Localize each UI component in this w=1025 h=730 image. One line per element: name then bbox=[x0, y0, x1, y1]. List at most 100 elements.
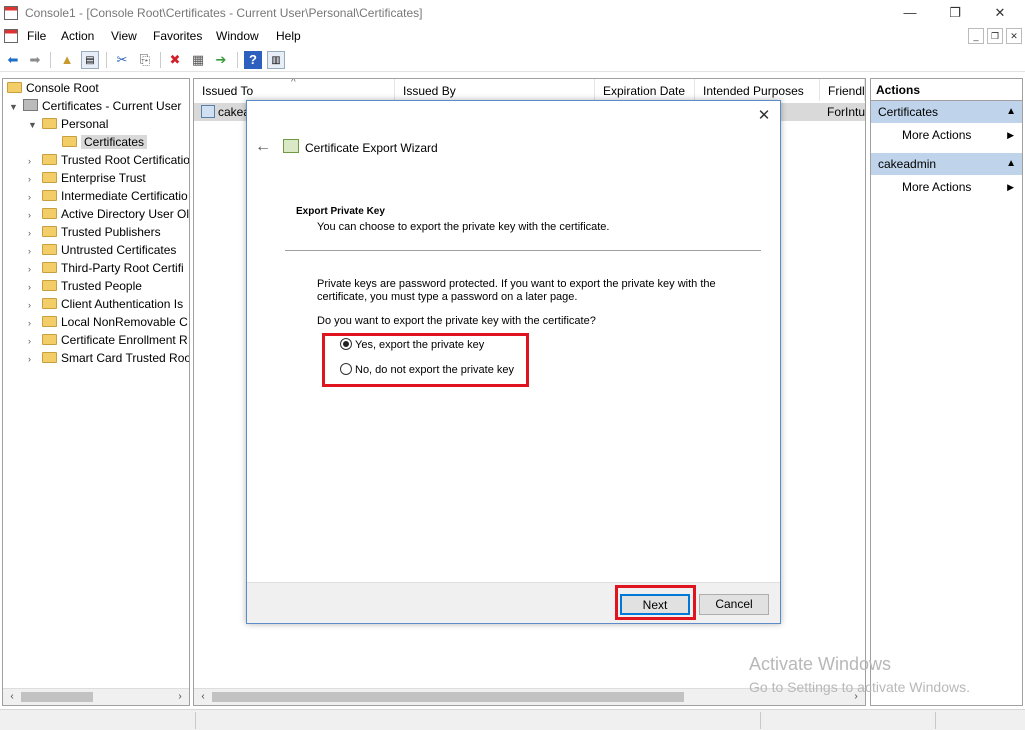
chevron-right-icon[interactable]: › bbox=[28, 278, 38, 296]
scroll-right-arrow-icon[interactable]: › bbox=[173, 690, 187, 704]
console-document-icon[interactable] bbox=[4, 29, 18, 43]
status-divider bbox=[935, 712, 936, 729]
certificate-store-icon bbox=[23, 99, 38, 111]
status-bar bbox=[0, 709, 1025, 730]
folder-icon bbox=[42, 208, 57, 219]
folder-icon bbox=[42, 334, 57, 345]
toolbar: ⬅ ➡ ▲ ▤ ✂ ⎘ ✖ ▦ ➔ ? ▥ bbox=[0, 48, 1025, 72]
tree-item-store[interactable]: › Smart Card Trusted Roo bbox=[28, 349, 189, 368]
action-section-certificates[interactable]: Certificates ▲ bbox=[871, 101, 1022, 123]
tree-item-store[interactable]: › Untrusted Certificates bbox=[28, 241, 176, 259]
action-section-cakeadmin[interactable]: cakeadmin ▲ bbox=[871, 153, 1022, 175]
cut-icon[interactable]: ✂ bbox=[113, 51, 131, 69]
submenu-arrow-icon: ▶ bbox=[1007, 182, 1014, 192]
folder-icon bbox=[42, 298, 57, 309]
more-actions-item[interactable]: More Actions ▶ bbox=[871, 175, 1022, 199]
folder-icon bbox=[42, 244, 57, 255]
cancel-button[interactable]: Cancel bbox=[699, 594, 769, 615]
tree-item-store[interactable]: › Trusted Publishers bbox=[28, 223, 161, 241]
folder-icon bbox=[42, 172, 57, 183]
chevron-right-icon[interactable]: › bbox=[28, 242, 38, 260]
tree-item-personal[interactable]: ▼ Personal bbox=[28, 115, 108, 133]
restore-button[interactable]: ❐ bbox=[932, 0, 978, 26]
scroll-left-arrow-icon[interactable]: ‹ bbox=[5, 690, 19, 704]
menu-view[interactable]: View bbox=[111, 29, 137, 43]
action-section-title: cakeadmin bbox=[878, 157, 937, 171]
folder-icon bbox=[42, 352, 57, 363]
show-hide-action-pane-icon[interactable]: ▥ bbox=[267, 51, 285, 69]
mdi-close-button[interactable]: ✕ bbox=[1006, 28, 1022, 44]
chevron-right-icon[interactable]: › bbox=[28, 188, 38, 206]
chevron-right-icon[interactable]: › bbox=[28, 224, 38, 242]
tree-item-store[interactable]: › Intermediate Certificatio bbox=[28, 187, 188, 205]
tree-item-certificates[interactable]: Certificates bbox=[62, 133, 148, 151]
menu-action[interactable]: Action bbox=[61, 29, 94, 43]
tree-horizontal-scrollbar[interactable]: ‹ › bbox=[3, 688, 189, 705]
folder-icon bbox=[42, 226, 57, 237]
chevron-down-icon[interactable]: ▼ bbox=[28, 116, 38, 134]
activation-watermark-subtitle: Go to Settings to activate Windows. bbox=[749, 679, 970, 695]
collapse-up-icon[interactable]: ▲ bbox=[1006, 101, 1016, 123]
tree-item-console-root[interactable]: Console Root bbox=[7, 79, 99, 97]
cell-friendly-name: ForIntu bbox=[827, 105, 866, 119]
chevron-right-icon[interactable]: › bbox=[28, 260, 38, 278]
column-header-friendly-name[interactable]: Friendl bbox=[820, 79, 865, 101]
copy-icon[interactable]: ⎘ bbox=[136, 51, 154, 69]
tree-item-store[interactable]: › Trusted People bbox=[28, 277, 142, 295]
scroll-left-arrow-icon[interactable]: ‹ bbox=[196, 690, 210, 704]
show-hide-tree-icon[interactable]: ▤ bbox=[81, 51, 99, 69]
column-header-expiration-date[interactable]: Expiration Date bbox=[595, 79, 695, 101]
certificate-icon bbox=[201, 105, 215, 118]
tree-item-store[interactable]: › Active Directory User Ol bbox=[28, 205, 189, 223]
scrollbar-thumb[interactable] bbox=[212, 692, 684, 702]
collapse-up-icon[interactable]: ▲ bbox=[1006, 153, 1016, 175]
chevron-right-icon[interactable]: › bbox=[28, 314, 38, 332]
dialog-footer: Next Cancel bbox=[247, 582, 780, 623]
mmc-app-icon[interactable] bbox=[4, 6, 18, 20]
chevron-right-icon[interactable]: › bbox=[28, 170, 38, 188]
chevron-right-icon[interactable]: › bbox=[28, 296, 38, 314]
activation-watermark-title: Activate Windows bbox=[749, 654, 892, 674]
chevron-right-icon[interactable]: › bbox=[28, 206, 38, 224]
back-arrow-button[interactable]: ← bbox=[255, 138, 271, 156]
tree-item-store[interactable]: › Enterprise Trust bbox=[28, 169, 146, 187]
help-icon[interactable]: ? bbox=[244, 51, 262, 69]
back-arrow-icon[interactable]: ⬅ bbox=[4, 51, 22, 69]
tree-item-store[interactable]: › Trusted Root Certificatio bbox=[28, 151, 189, 170]
mdi-minimize-button[interactable]: _ bbox=[968, 28, 984, 44]
tree-item-certificates-current-user[interactable]: ▼ Certificates - Current User bbox=[9, 97, 181, 115]
menu-file[interactable]: File bbox=[27, 29, 46, 43]
scrollbar-thumb[interactable] bbox=[21, 692, 93, 702]
dialog-close-button[interactable]: ✕ bbox=[756, 108, 772, 124]
chevron-down-icon[interactable]: ▼ bbox=[9, 98, 19, 116]
export-list-icon[interactable]: ➔ bbox=[212, 51, 230, 69]
tree-item-store[interactable]: › Third-Party Root Certifi bbox=[28, 259, 184, 277]
properties-icon[interactable]: ▦ bbox=[189, 51, 207, 69]
menu-favorites[interactable]: Favorites bbox=[153, 29, 202, 43]
column-header-intended-purposes[interactable]: Intended Purposes bbox=[695, 79, 820, 101]
chevron-right-icon[interactable]: › bbox=[28, 152, 38, 170]
export-question: Do you want to export the private key wi… bbox=[317, 315, 596, 327]
more-actions-item[interactable]: More Actions ▶ bbox=[871, 123, 1022, 147]
column-header-issued-by[interactable]: Issued By bbox=[395, 79, 595, 101]
folder-icon bbox=[62, 136, 77, 147]
tree-item-store[interactable]: › Client Authentication Is bbox=[28, 295, 183, 313]
up-folder-icon[interactable]: ▲ bbox=[58, 51, 76, 69]
certificate-export-wizard-dialog: ✕ ← Certificate Export Wizard Export Pri… bbox=[246, 100, 781, 624]
menu-window[interactable]: Window bbox=[216, 29, 259, 43]
close-button[interactable]: ✕ bbox=[977, 0, 1023, 26]
menu-help[interactable]: Help bbox=[276, 29, 301, 43]
chevron-right-icon[interactable]: › bbox=[28, 332, 38, 350]
actions-pane: Actions Certificates ▲ More Actions ▶ ca… bbox=[870, 78, 1023, 706]
chevron-right-icon[interactable]: › bbox=[28, 350, 38, 368]
tree-item-store[interactable]: › Local NonRemovable C bbox=[28, 313, 188, 331]
forward-arrow-icon[interactable]: ➡ bbox=[26, 51, 44, 69]
delete-icon[interactable]: ✖ bbox=[166, 51, 184, 69]
console-tree-panel[interactable]: Console Root ▼ Certificates - Current Use… bbox=[2, 78, 190, 706]
minimize-button[interactable]: — bbox=[887, 0, 933, 26]
tree-item-store[interactable]: › Certificate Enrollment R bbox=[28, 331, 188, 349]
mdi-restore-button[interactable]: ❐ bbox=[987, 28, 1003, 44]
next-button-highlight bbox=[615, 585, 696, 620]
certificate-wizard-icon bbox=[283, 139, 299, 153]
header-divider bbox=[285, 250, 761, 251]
